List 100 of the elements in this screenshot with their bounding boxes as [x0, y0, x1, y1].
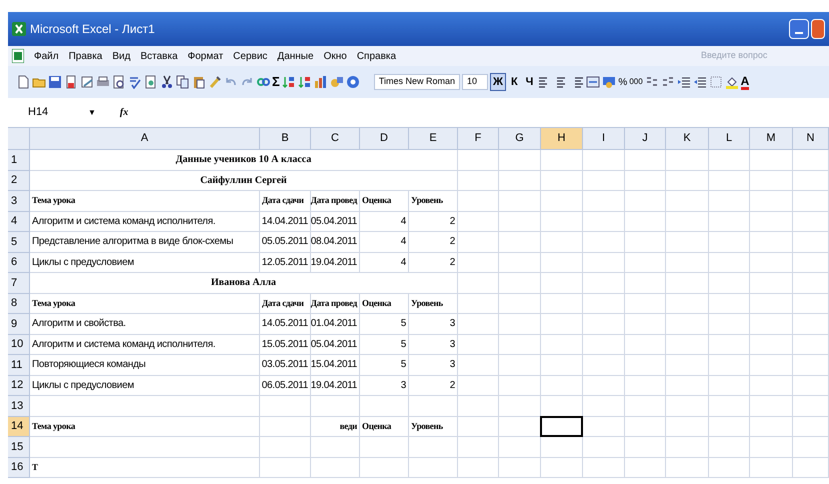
print-preview-icon[interactable] [112, 75, 126, 89]
table-cell [750, 150, 793, 170]
row-header[interactable]: 15 [8, 437, 30, 458]
table-cell [666, 416, 709, 437]
table-cell [583, 376, 625, 396]
decrease-indent-icon[interactable] [676, 75, 691, 89]
hyperlink-icon[interactable] [256, 75, 270, 89]
table-cell [750, 416, 793, 437]
row-header[interactable]: 1 [8, 150, 30, 170]
name-box[interactable]: H14 [16, 104, 76, 121]
table-cell [793, 314, 829, 334]
decrease-decimal-icon[interactable] [660, 75, 675, 89]
table-cell: 03.05.2011 [260, 355, 311, 376]
style-button[interactable]: К [508, 72, 521, 92]
menu-item[interactable]: Формат [188, 48, 224, 64]
column-header[interactable]: B [260, 128, 311, 150]
column-header[interactable]: E [409, 128, 458, 150]
font-size-field[interactable]: 10 [462, 74, 488, 90]
row-header[interactable]: 4 [8, 212, 30, 232]
table-cell [260, 396, 311, 416]
column-header[interactable]: H [541, 128, 583, 150]
format-painter-icon[interactable] [208, 75, 222, 89]
table-cell: Повторяющиеся команды [30, 355, 260, 376]
mail-icon[interactable] [80, 75, 94, 89]
table-cell: 5 [360, 334, 409, 355]
menu-item[interactable]: Справка [356, 48, 396, 64]
paste-icon[interactable] [192, 75, 206, 89]
column-header[interactable]: L [709, 128, 750, 150]
row-header[interactable]: 6 [8, 252, 30, 273]
table-cell [541, 314, 583, 334]
fill-color-icon[interactable] [724, 75, 739, 89]
increase-indent-icon[interactable] [692, 75, 707, 89]
table-cell [360, 458, 409, 478]
style-button[interactable]: Ч [522, 72, 536, 92]
menu-item[interactable]: Вставка [140, 48, 178, 64]
row-header[interactable]: 11 [8, 355, 30, 376]
help-search-field[interactable]: Введите вопрос [701, 49, 801, 63]
currency-icon[interactable] [602, 75, 616, 89]
column-header[interactable]: M [750, 128, 793, 150]
column-header[interactable]: C [311, 128, 360, 150]
row-header[interactable]: 9 [8, 314, 30, 334]
row-header[interactable]: 14 [8, 416, 30, 437]
table-cell [541, 252, 583, 273]
chart-icon[interactable] [314, 75, 328, 89]
merge-cells-icon[interactable] [586, 75, 600, 89]
column-header[interactable]: F [458, 128, 499, 150]
menu-item[interactable]: Правка [68, 48, 102, 64]
row-header[interactable]: 12 [8, 376, 30, 396]
menu-item[interactable]: Окно [324, 48, 347, 64]
column-header[interactable]: N [793, 128, 829, 150]
menu-item[interactable]: Вид [112, 48, 130, 64]
dropdown-arrow[interactable]: ▼ [88, 106, 96, 118]
print-icon[interactable] [96, 75, 110, 89]
maximize-button[interactable] [811, 19, 825, 39]
function-label[interactable]: fx [120, 105, 128, 120]
sort-ascending-icon[interactable] [282, 75, 296, 89]
row-header[interactable]: 5 [8, 232, 30, 252]
table-cell: 2 [409, 212, 458, 232]
drawing-icon[interactable] [330, 75, 344, 89]
menu-item[interactable]: Данные [277, 48, 314, 64]
new-document-icon[interactable] [16, 75, 30, 89]
row-header[interactable]: 2 [8, 170, 30, 191]
table-cell [499, 437, 541, 458]
help-icon[interactable] [346, 75, 360, 89]
permission-icon[interactable] [64, 75, 78, 89]
table-cell: 2 [409, 232, 458, 252]
style-button[interactable]: Ж [490, 72, 506, 92]
row-header[interactable]: 16 [8, 458, 30, 478]
cut-icon[interactable] [160, 75, 174, 89]
table-cell [541, 458, 583, 478]
column-header[interactable]: D [360, 128, 409, 150]
font-color-button[interactable]: A [740, 74, 750, 90]
sum-button[interactable]: Σ [272, 72, 280, 92]
row-header[interactable]: 7 [8, 273, 30, 294]
sort-descending-icon[interactable] [298, 75, 312, 89]
column-header[interactable]: I [583, 128, 625, 150]
research-icon[interactable] [144, 75, 158, 89]
spelling-icon[interactable] [128, 75, 142, 89]
row-header[interactable]: 10 [8, 334, 30, 355]
copy-icon[interactable] [176, 75, 190, 89]
menu-item[interactable]: Сервис [233, 48, 268, 64]
row-header[interactable]: 8 [8, 294, 30, 314]
increase-decimal-icon[interactable] [644, 75, 659, 89]
row-header[interactable]: 13 [8, 396, 30, 416]
column-header[interactable]: A [30, 128, 260, 150]
table-cell: веди [311, 416, 360, 437]
table-cell [499, 191, 541, 212]
minimize-button[interactable] [789, 19, 809, 39]
table-cell [666, 355, 709, 376]
thousands-button[interactable]: 000 [629, 76, 643, 88]
column-header[interactable]: G [499, 128, 541, 150]
percent-button[interactable]: % [618, 74, 628, 90]
menu-item[interactable]: Файл [34, 48, 59, 64]
save-icon[interactable] [48, 75, 62, 89]
font-field[interactable]: Times New Roman [374, 74, 460, 90]
row-header[interactable]: 3 [8, 191, 30, 212]
column-header[interactable]: J [625, 128, 666, 150]
workbook-icon[interactable] [12, 49, 24, 63]
column-header[interactable]: K [666, 128, 709, 150]
table-cell: Дата сдачи [260, 294, 311, 314]
